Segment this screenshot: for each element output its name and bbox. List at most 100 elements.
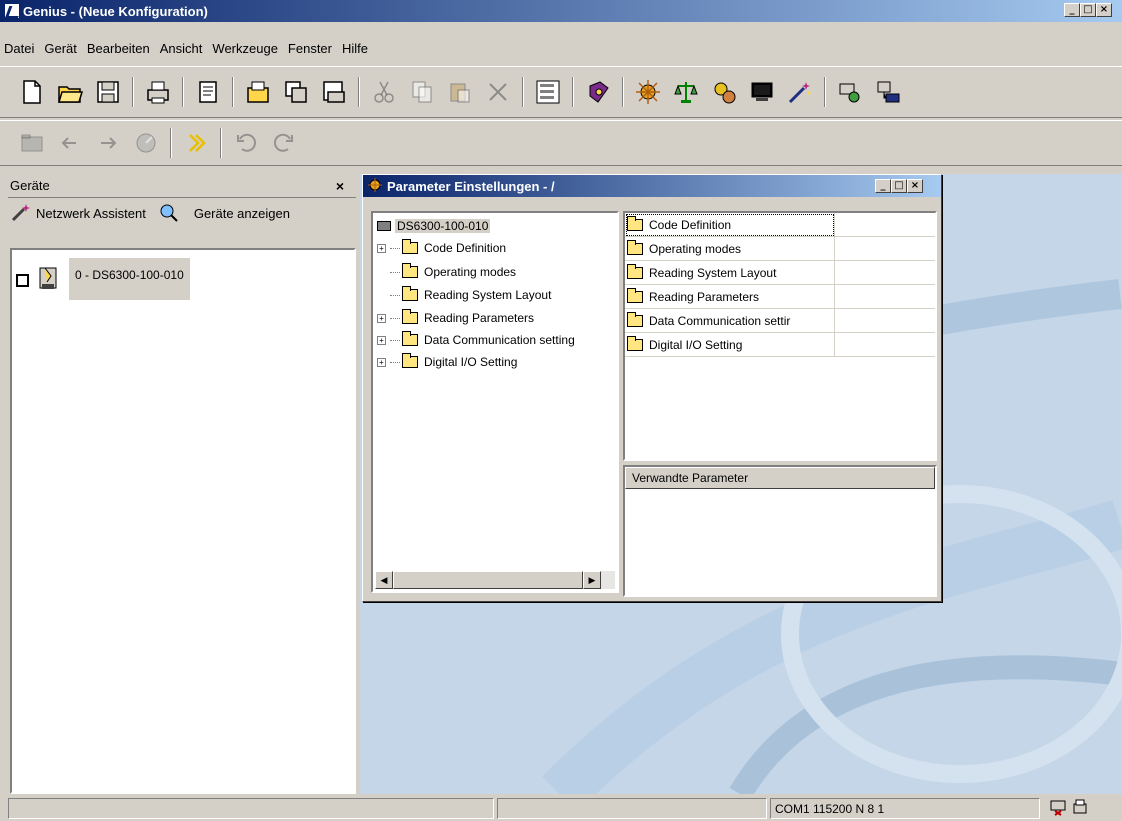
list-item[interactable]: Data Communication settir	[625, 308, 935, 333]
properties-icon[interactable]	[192, 76, 224, 108]
tree-item-label: Digital I/O Setting	[424, 355, 518, 369]
device-icon	[377, 221, 391, 231]
folder-icon	[627, 263, 643, 279]
devices-panel-title: Geräte	[10, 178, 50, 193]
open-folder-icon[interactable]	[54, 76, 86, 108]
save-config-icon[interactable]	[318, 76, 350, 108]
settings-gear-icon[interactable]	[708, 76, 740, 108]
parameter-window-titlebar: Parameter Einstellungen - / _ □ ×	[363, 175, 941, 197]
device-tools-icon[interactable]	[834, 76, 866, 108]
expand-icon[interactable]: +	[377, 243, 386, 253]
delete-icon[interactable]	[482, 76, 514, 108]
list-item[interactable]: Reading Parameters	[625, 284, 935, 309]
expand-icon[interactable]: +	[377, 357, 386, 367]
connect-icon[interactable]	[180, 127, 212, 159]
tree-item-digital-io[interactable]: + Digital I/O Setting	[377, 353, 518, 369]
refresh-icon[interactable]	[130, 127, 162, 159]
device-item[interactable]: 0 - DS6300-100-010	[16, 258, 190, 300]
network-device-icon[interactable]	[872, 76, 904, 108]
tree-root-label: DS6300-100-010	[395, 219, 491, 233]
new-document-icon[interactable]	[16, 76, 48, 108]
save-icon[interactable]	[92, 76, 124, 108]
close-button[interactable]: ×	[1096, 3, 1112, 17]
main-toolbar	[0, 66, 1122, 118]
undo-icon[interactable]	[230, 127, 262, 159]
menu-geraet[interactable]: Gerät	[44, 41, 77, 56]
device-label[interactable]: 0 - DS6300-100-010	[69, 258, 190, 300]
tree-item-data-communication[interactable]: + Data Communication setting	[377, 331, 575, 347]
menu-datei[interactable]: Datei	[4, 41, 34, 56]
monitor-icon[interactable]	[746, 76, 778, 108]
expand-icon[interactable]: +	[377, 313, 386, 323]
menu-fenster[interactable]: Fenster	[288, 41, 332, 56]
scanner-device-icon	[37, 264, 61, 295]
tree-item-code-definition[interactable]: + Code Definition	[377, 239, 507, 255]
list-item[interactable]: Operating modes	[625, 236, 935, 261]
mdi-workspace: Parameter Einstellungen - / _ □ × DS6300…	[360, 174, 1122, 794]
printer-status-icon	[1071, 798, 1089, 819]
genius-app-window: Genius - (Neue Konfiguration) _ □ × Date…	[0, 0, 1122, 821]
forward-arrow-icon[interactable]	[92, 127, 124, 159]
related-parameters-panel: Verwandte Parameter	[623, 465, 937, 597]
parameter-window-title: Parameter Einstellungen - /	[387, 178, 555, 194]
scroll-thumb[interactable]	[393, 571, 583, 589]
copy-icon[interactable]	[406, 76, 438, 108]
scroll-left-button[interactable]: ◀	[375, 571, 393, 589]
balance-icon[interactable]	[670, 76, 702, 108]
tree-item-label: Operating modes	[424, 265, 517, 279]
tree-item-label: Reading System Layout	[424, 288, 552, 302]
toolbar-separator	[622, 77, 624, 107]
list-item[interactable]: Digital I/O Setting	[625, 332, 935, 357]
status-panel-main	[8, 798, 494, 819]
help-book-icon[interactable]	[582, 76, 614, 108]
list-item[interactable]: Code Definition	[625, 212, 935, 237]
cut-icon[interactable]	[368, 76, 400, 108]
parameter-window-icon	[367, 177, 383, 196]
folder-icon	[627, 215, 643, 231]
redo-icon[interactable]	[268, 127, 300, 159]
expand-icon[interactable]: +	[377, 335, 386, 345]
scroll-right-button[interactable]: ▶	[583, 571, 601, 589]
related-parameters-header[interactable]: Verwandte Parameter	[625, 467, 935, 489]
device-checkbox[interactable]	[16, 274, 29, 287]
tree-item-label: Data Communication setting	[424, 333, 575, 347]
status-panel-secondary	[497, 798, 767, 819]
devices-panel-close-button[interactable]: ×	[336, 178, 344, 194]
tree-item-label: Reading Parameters	[424, 311, 535, 325]
parameter-list: Code Definition Operating modes Reading …	[623, 211, 937, 461]
show-devices-icon	[158, 202, 180, 224]
tree-item-operating-modes[interactable]: Operating modes	[390, 263, 517, 279]
show-devices-button[interactable]: Geräte anzeigen	[194, 206, 290, 221]
menu-hilfe[interactable]: Hilfe	[342, 41, 368, 56]
network-assistant-icon	[10, 202, 32, 224]
menu-bearbeiten[interactable]: Bearbeiten	[87, 41, 150, 56]
child-close-button[interactable]: ×	[907, 179, 923, 193]
copy-config-icon[interactable]	[280, 76, 312, 108]
child-minimize-button[interactable]: _	[875, 179, 891, 193]
child-maximize-button[interactable]: □	[891, 179, 907, 193]
tree-root[interactable]: DS6300-100-010	[377, 219, 491, 233]
toolbar-separator	[182, 77, 184, 107]
tree-view-icon[interactable]	[532, 76, 564, 108]
network-icon[interactable]	[632, 76, 664, 108]
list-item[interactable]: Reading System Layout	[625, 260, 935, 285]
maximize-button[interactable]: □	[1080, 3, 1096, 17]
folder-icon	[402, 239, 418, 254]
folder-icon	[402, 263, 418, 278]
paste-icon[interactable]	[444, 76, 476, 108]
tree-item-reading-system-layout[interactable]: Reading System Layout	[390, 286, 552, 302]
tree-item-label: Code Definition	[424, 241, 507, 255]
print-icon[interactable]	[142, 76, 174, 108]
folder-icon	[402, 331, 418, 346]
folder-icon[interactable]	[16, 127, 48, 159]
menu-werkzeuge[interactable]: Werkzeuge	[212, 41, 278, 56]
network-assistant-button[interactable]: Netzwerk Assistent	[36, 206, 146, 221]
tree-horizontal-scrollbar[interactable]: ◀ ▶	[375, 571, 615, 589]
wand-icon[interactable]	[784, 76, 816, 108]
back-arrow-icon[interactable]	[54, 127, 86, 159]
device-list: 0 - DS6300-100-010	[10, 248, 356, 794]
tree-item-reading-parameters[interactable]: + Reading Parameters	[377, 309, 535, 325]
menu-ansicht[interactable]: Ansicht	[160, 41, 203, 56]
open-config-icon[interactable]	[242, 76, 274, 108]
minimize-button[interactable]: _	[1064, 3, 1080, 17]
